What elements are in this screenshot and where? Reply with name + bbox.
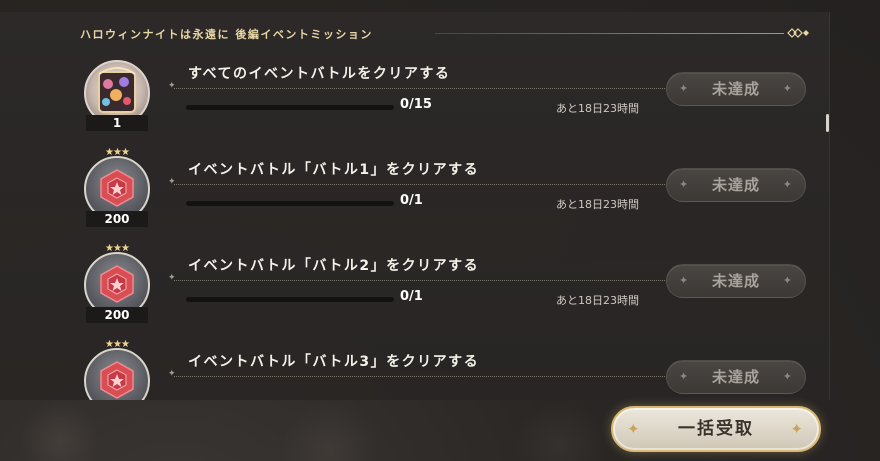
ornament-icon bbox=[787, 28, 809, 38]
mission-panel: ハロウィンナイトは永遠に 後編イベントミッション 1 すべてのイベントバトルをク… bbox=[0, 12, 830, 400]
ruby-gem-icon bbox=[84, 348, 150, 400]
status-label: 未達成 bbox=[711, 80, 760, 98]
sparkle-icon: ✦ bbox=[679, 274, 690, 287]
progress-count: 0/15 bbox=[400, 97, 432, 112]
mission-row: ★★★ 200 イベントバトル「バトル2」をクリアする 0/1 あと18日23時… bbox=[80, 243, 810, 344]
status-label: 未達成 bbox=[711, 272, 760, 290]
status-label: 未達成 bbox=[711, 176, 760, 194]
sparkle-icon: ✦ bbox=[790, 420, 805, 438]
reward-quantity: 200 bbox=[86, 307, 148, 323]
time-remaining: あと18日23時間 bbox=[556, 294, 639, 307]
mission-title: イベントバトル「バトル3」をクリアする bbox=[188, 354, 480, 370]
mission-row: ★★★ イベントバトル「バトル3」をクリアする ✦ 未達成 ✦ bbox=[80, 339, 810, 400]
dotted-divider bbox=[168, 273, 679, 283]
progress-bar bbox=[186, 297, 394, 302]
reward-slot[interactable]: ★★★ 200 bbox=[84, 243, 150, 326]
reward-slot[interactable]: ★★★ 200 bbox=[84, 147, 150, 230]
time-remaining: あと18日23時間 bbox=[556, 198, 639, 211]
sparkle-icon: ✦ bbox=[782, 370, 793, 383]
claim-all-button[interactable]: ✦ 一括受取 ✦ bbox=[611, 406, 821, 452]
mission-row: 1 すべてのイベントバトルをクリアする 0/15 あと18日23時間 ✦ 未達成… bbox=[80, 60, 810, 152]
dotted-divider bbox=[168, 81, 679, 91]
mission-status-button[interactable]: ✦ 未達成 ✦ bbox=[666, 72, 806, 106]
claim-all-label: 一括受取 bbox=[678, 419, 754, 439]
mission-title: イベントバトル「バトル1」をクリアする bbox=[188, 162, 480, 178]
mission-header-title: ハロウィンナイトは永遠に 後編イベントミッション bbox=[80, 28, 373, 41]
progress-bar bbox=[186, 201, 394, 206]
mission-title: イベントバトル「バトル2」をクリアする bbox=[188, 258, 480, 274]
dotted-divider bbox=[168, 177, 679, 187]
reward-slot[interactable]: 1 bbox=[84, 60, 150, 134]
sparkle-icon: ✦ bbox=[679, 82, 690, 95]
sparkle-icon: ✦ bbox=[679, 370, 690, 383]
status-label: 未達成 bbox=[711, 368, 760, 386]
time-remaining: あと18日23時間 bbox=[556, 102, 639, 115]
mission-status-button[interactable]: ✦ 未達成 ✦ bbox=[666, 264, 806, 298]
reward-quantity: 200 bbox=[86, 211, 148, 227]
mission-header: ハロウィンナイトは永遠に 後編イベントミッション bbox=[80, 24, 810, 44]
progress-count: 0/1 bbox=[400, 193, 423, 208]
mission-row: ★★★ 200 イベントバトル「バトル1」をクリアする 0/1 あと18日23時… bbox=[80, 147, 810, 248]
scrollbar-thumb[interactable] bbox=[826, 114, 829, 132]
progress-bar bbox=[186, 105, 394, 110]
mission-status-button[interactable]: ✦ 未達成 ✦ bbox=[666, 168, 806, 202]
sparkle-icon: ✦ bbox=[627, 420, 642, 438]
sparkle-icon: ✦ bbox=[782, 178, 793, 191]
header-divider bbox=[435, 33, 784, 34]
mission-title: すべてのイベントバトルをクリアする bbox=[188, 66, 451, 82]
reward-slot[interactable]: ★★★ bbox=[84, 339, 150, 400]
progress-count: 0/1 bbox=[400, 289, 423, 304]
sparkle-icon: ✦ bbox=[679, 178, 690, 191]
sparkle-icon: ✦ bbox=[782, 82, 793, 95]
reward-quantity: 1 bbox=[86, 115, 148, 131]
sparkle-icon: ✦ bbox=[782, 274, 793, 287]
mission-status-button[interactable]: ✦ 未達成 ✦ bbox=[666, 360, 806, 394]
dotted-divider bbox=[168, 369, 679, 379]
